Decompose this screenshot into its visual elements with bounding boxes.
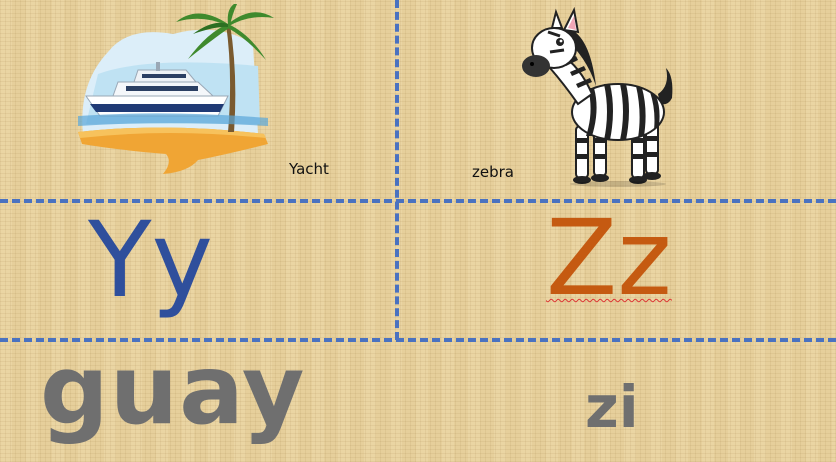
divider-vertical bbox=[395, 0, 399, 340]
letters-z: Zz bbox=[546, 197, 672, 319]
yacht-palm-icon bbox=[78, 4, 274, 174]
pronunciation-z: zi bbox=[585, 373, 639, 441]
word-label-zebra: zebra bbox=[472, 163, 514, 181]
word-label-yacht: Yacht bbox=[289, 160, 329, 178]
zebra-icon bbox=[522, 6, 673, 187]
letters-y: Yy bbox=[88, 199, 214, 321]
pronunciation-y: guay bbox=[40, 334, 306, 446]
